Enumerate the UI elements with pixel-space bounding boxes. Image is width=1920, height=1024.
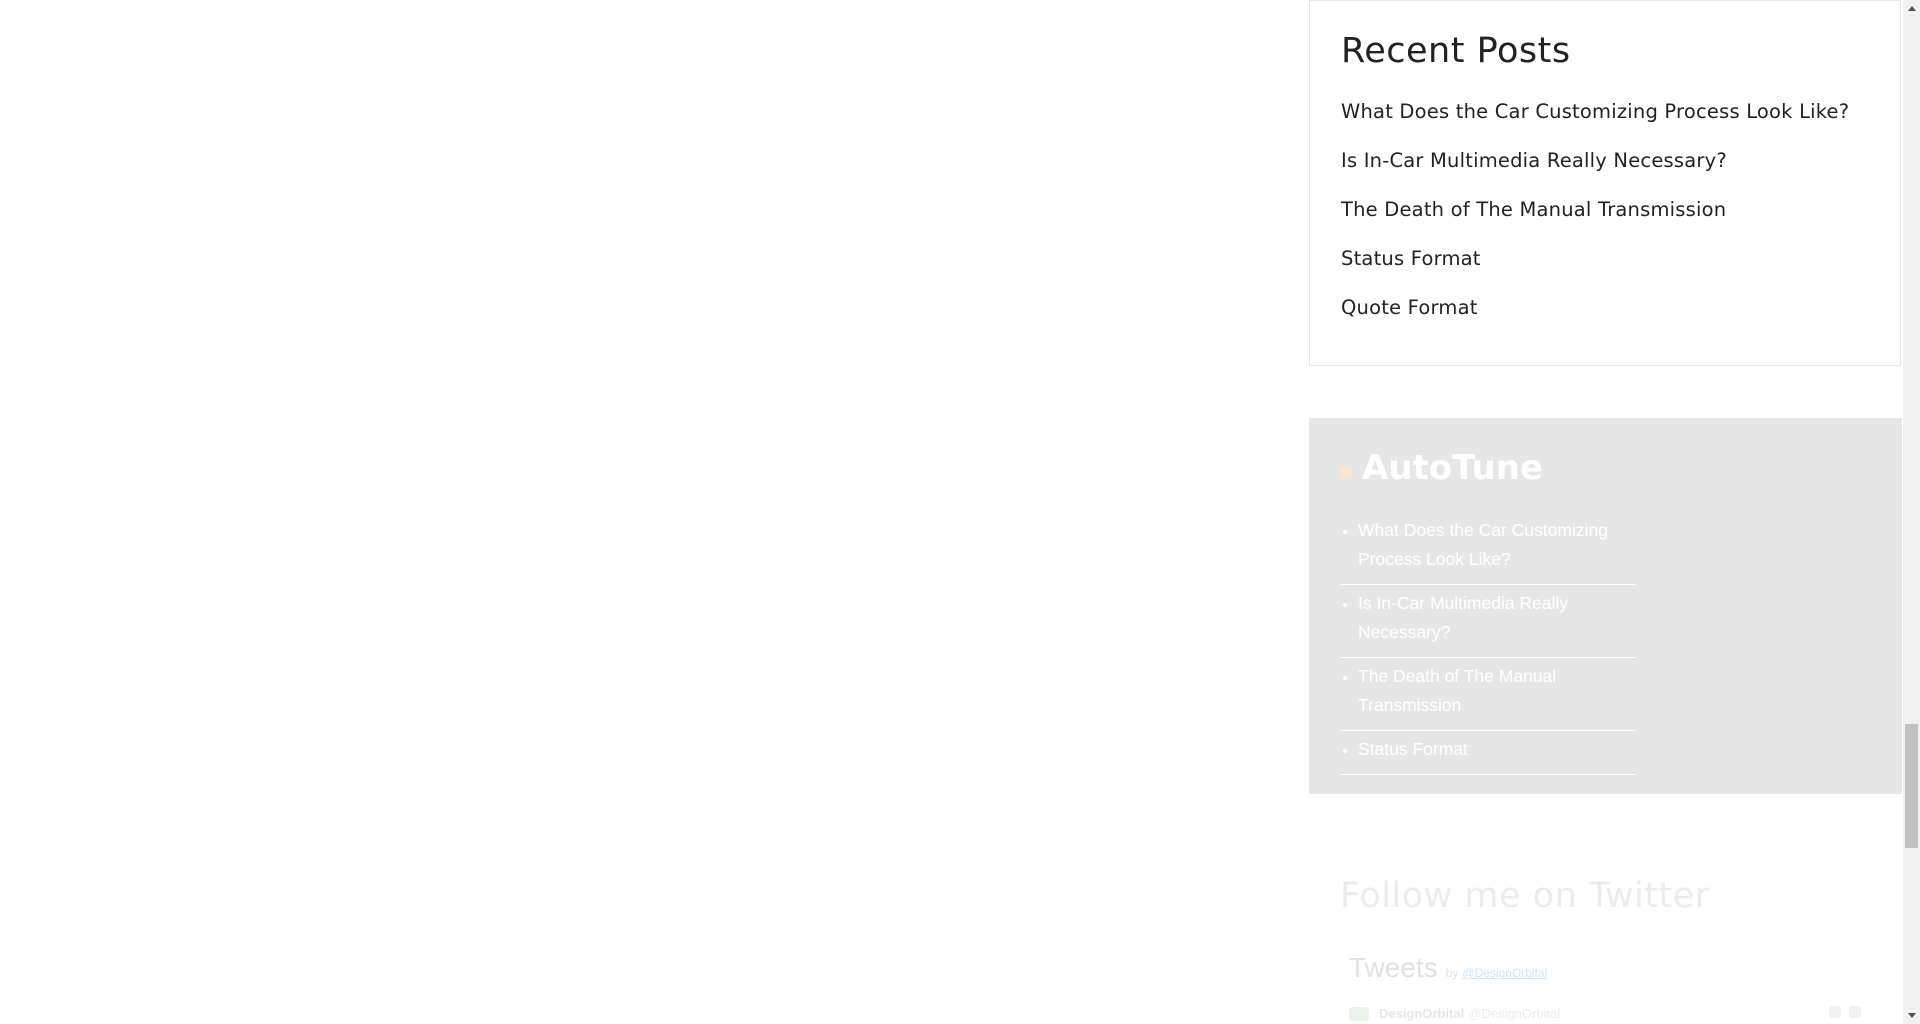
recent-post-link[interactable]: The Death of The Manual Transmission (1341, 198, 1726, 221)
recent-post-link[interactable]: What Does the Car Customizing Process Lo… (1341, 100, 1849, 123)
list-item: The Death of The Manual Transmission (1341, 195, 1849, 244)
twitter-bird-icon[interactable] (1849, 1006, 1861, 1018)
rss-list: What Does the Car Customizing Process Lo… (1340, 512, 1636, 775)
list-item: What Does the Car Customizing Process Lo… (1341, 97, 1849, 146)
twitter-widget-title: Follow me on Twitter (1340, 876, 1710, 916)
tweets-label: Tweets (1349, 952, 1438, 983)
rss-icon[interactable] (1340, 467, 1352, 479)
tweets-header: Tweets by @DesignOrbital (1349, 952, 1547, 984)
vertical-scrollbar[interactable] (1903, 0, 1920, 1024)
recent-post-link[interactable]: Status Format (1341, 247, 1481, 270)
list-item: Status Format (1341, 244, 1849, 293)
scrollbar-thumb[interactable] (1905, 724, 1918, 848)
list-item: Status Format (1340, 731, 1636, 775)
recent-post-link[interactable]: Quote Format (1341, 296, 1478, 319)
rss-item-link[interactable]: The Death of The Manual Transmission (1358, 666, 1556, 715)
tweet-row: DesignOrbital @DesignOrbital (1349, 1006, 1560, 1021)
list-item: What Does the Car Customizing Process Lo… (1340, 512, 1636, 585)
list-item: Is In-Car Multimedia Really Necessary? (1340, 585, 1636, 658)
rss-item-link[interactable]: Status Format (1358, 739, 1468, 759)
scroll-up-arrow[interactable] (1903, 0, 1920, 17)
recent-posts-list: What Does the Car Customizing Process Lo… (1341, 97, 1849, 342)
tweets-by-label: by (1445, 966, 1459, 980)
scroll-down-arrow[interactable] (1903, 1007, 1920, 1024)
tweet-actions (1829, 1006, 1861, 1018)
avatar[interactable] (1349, 1006, 1369, 1021)
list-item: Is In-Car Multimedia Really Necessary? (1341, 146, 1849, 195)
chevron-up-icon (1907, 6, 1916, 11)
recent-posts-widget: Recent Posts What Does the Car Customizi… (1309, 0, 1901, 366)
chevron-down-icon (1907, 1013, 1916, 1018)
page-viewport: Recent Posts What Does the Car Customizi… (0, 0, 1920, 1024)
list-item: The Death of The Manual Transmission (1340, 658, 1636, 731)
rss-item-link[interactable]: What Does the Car Customizing Process Lo… (1358, 520, 1608, 569)
tweets-handle-link[interactable]: @DesignOrbital (1462, 966, 1547, 980)
list-item: Quote Format (1341, 293, 1849, 342)
recent-post-link[interactable]: Is In-Car Multimedia Really Necessary? (1341, 149, 1727, 172)
twitter-widget: Follow me on Twitter Tweets by @DesignOr… (1309, 846, 1902, 1024)
rss-title: AutoTune (1340, 448, 1543, 488)
rss-title-link[interactable]: AutoTune (1362, 448, 1543, 488)
recent-posts-title: Recent Posts (1341, 31, 1571, 71)
tweet-author-handle[interactable]: @DesignOrbital (1468, 1006, 1560, 1021)
rss-item-link[interactable]: Is In-Car Multimedia Really Necessary? (1358, 593, 1568, 642)
info-icon[interactable] (1829, 1006, 1841, 1018)
tweet-author-name[interactable]: DesignOrbital (1379, 1006, 1464, 1021)
rss-widget: AutoTune What Does the Car Customizing P… (1309, 418, 1902, 794)
